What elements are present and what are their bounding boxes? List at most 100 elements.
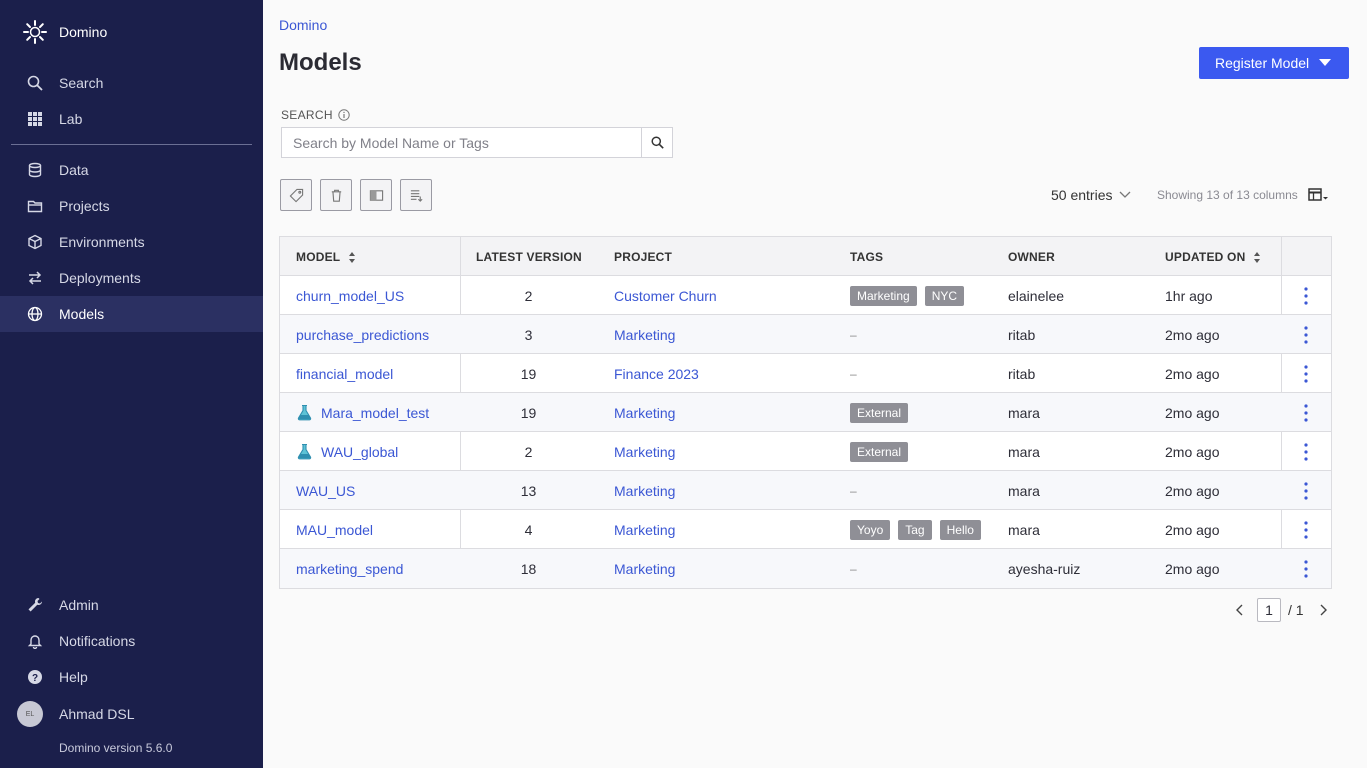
row-actions-button[interactable] [1281,276,1331,315]
row-actions-button[interactable] [1281,510,1331,549]
table-row[interactable]: WAU_global 2 Marketing External mara 2mo… [280,432,1331,471]
table-row[interactable]: purchase_predictions 3 Marketing – ritab… [280,315,1331,354]
tags-cell: External [850,432,916,471]
tag-button[interactable] [280,179,312,211]
table-row[interactable]: Mara_model_test 19 Marketing External ma… [280,393,1331,432]
sidebar-item-search[interactable]: Search [0,65,263,101]
model-name-link[interactable]: marketing_spend [296,561,403,577]
tag-badge[interactable]: Marketing [850,285,917,306]
column-header-updated-on[interactable]: UPDATED ON [1165,250,1261,264]
row-actions-button[interactable] [1281,549,1331,588]
sidebar-item-label: Search [59,75,104,91]
kebab-menu-icon [1304,442,1308,461]
model-name-link[interactable]: WAU_global [321,444,398,460]
sidebar-item-user[interactable]: EL Ahmad DSL [0,696,263,732]
sidebar-item-admin[interactable]: Admin [0,587,263,623]
sidebar-item-notifications[interactable]: Notifications [0,623,263,659]
kebab-menu-icon [1304,403,1308,422]
sort-icon [1254,251,1261,263]
project-link[interactable]: Marketing [614,444,675,460]
page-number-input[interactable]: 1 [1257,598,1281,622]
brand[interactable]: Domino [22,19,107,45]
sidebar-item-projects[interactable]: Projects [0,188,263,224]
breadcrumb[interactable]: Domino [279,17,327,33]
model-name-link[interactable]: purchase_predictions [296,327,429,343]
row-actions-button[interactable] [1281,432,1331,471]
model-name-link[interactable]: churn_model_US [296,288,404,304]
model-cell: WAU_US [296,471,355,510]
entries-dropdown[interactable]: 50 entries [1051,187,1131,203]
table-row[interactable]: MAU_model 4 Marketing Yoyo Tag Hello mara … [280,510,1331,549]
latest-version-cell: 4 [524,521,533,538]
project-cell: Marketing [614,510,675,549]
compare-button[interactable] [360,179,392,211]
project-link[interactable]: Customer Churn [614,288,717,304]
project-link[interactable]: Marketing [614,522,675,538]
sidebar-item-label: Environments [59,234,145,250]
model-name-link[interactable]: Mara_model_test [321,405,429,421]
main-content: Domino Models Register Model SEARCH 50 e… [263,0,1367,768]
table-row[interactable]: marketing_spend 18 Marketing – ayesha-ru… [280,549,1331,588]
grid-icon [26,110,44,128]
sidebar: Domino Search Lab Data Projects Environm… [0,0,263,768]
project-link[interactable]: Marketing [614,327,675,343]
latest-version-cell: 19 [520,365,537,382]
tag-badge[interactable]: External [850,441,909,462]
sidebar-item-lab[interactable]: Lab [0,101,263,137]
tag-badge[interactable]: Yoyo [850,519,891,540]
project-link[interactable]: Marketing [614,405,675,421]
tag-badge[interactable]: Tag [898,519,932,540]
columns-picker-icon[interactable] [1308,187,1330,203]
row-actions-button[interactable] [1281,471,1331,510]
project-link[interactable]: Marketing [614,561,675,577]
column-header-model[interactable]: MODEL [296,250,356,264]
sort-icon [349,251,356,263]
user-name: Ahmad DSL [59,706,135,722]
export-button[interactable] [400,179,432,211]
sidebar-item-environments[interactable]: Environments [0,224,263,260]
model-cell: financial_model [296,354,393,393]
delete-button[interactable] [320,179,352,211]
search-label: SEARCH [281,108,350,122]
row-actions-button[interactable] [1281,354,1331,393]
register-model-button[interactable]: Register Model [1199,47,1349,79]
tag-badge[interactable]: Hello [939,519,981,540]
project-cell: Marketing [614,393,675,432]
search-input[interactable] [282,128,641,157]
sidebar-item-models[interactable]: Models [0,296,263,332]
project-cell: Customer Churn [614,276,717,315]
avatar: EL [17,701,43,727]
project-cell: Marketing [614,549,675,588]
row-actions-button[interactable] [1281,315,1331,354]
search-button[interactable] [641,128,672,157]
table-row[interactable]: WAU_US 13 Marketing – mara 2mo ago [280,471,1331,510]
project-link[interactable]: Finance 2023 [614,366,699,382]
chevron-right-icon[interactable] [1318,604,1328,616]
model-name-link[interactable]: financial_model [296,366,393,382]
updated-on-cell: 2mo ago [1165,443,1220,460]
table-row[interactable]: churn_model_US 2 Customer Churn Marketin… [280,276,1331,315]
tags-cell: Yoyo Tag Hello [850,510,989,549]
model-name-link[interactable]: WAU_US [296,483,355,499]
model-name-link[interactable]: MAU_model [296,522,373,538]
project-link[interactable]: Marketing [614,483,675,499]
column-header-project: PROJECT [614,250,672,264]
kebab-menu-icon [1304,520,1308,539]
updated-on-cell: 1hr ago [1165,287,1213,304]
sidebar-item-data[interactable]: Data [0,152,263,188]
columns-count: Showing 13 of 13 columns [1157,188,1298,202]
table-row[interactable]: financial_model 19 Finance 2023 – ritab … [280,354,1331,393]
tag-badge[interactable]: NYC [924,285,965,306]
globe-icon [26,305,44,323]
sidebar-item-label: Projects [59,198,110,214]
column-label: OWNER [1008,250,1055,264]
tag-badge[interactable]: External [850,402,909,423]
trash-icon [331,189,341,202]
updated-on-cell: 2mo ago [1165,482,1220,499]
list-export-icon [410,189,423,202]
info-icon[interactable] [338,109,350,121]
row-actions-button[interactable] [1281,393,1331,432]
chevron-left-icon[interactable] [1235,604,1245,616]
sidebar-item-help[interactable]: ? Help [0,659,263,695]
sidebar-item-deployments[interactable]: Deployments [0,260,263,296]
